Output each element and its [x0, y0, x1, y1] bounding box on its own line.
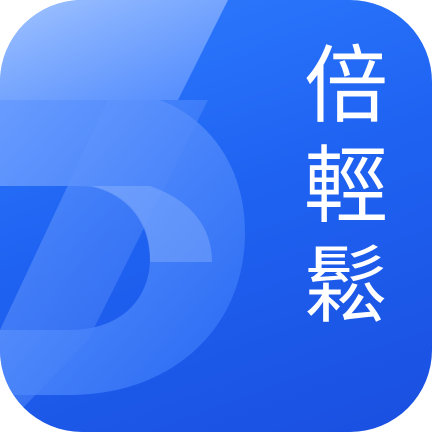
app-icon-tile[interactable]: 倍 輕 鬆 [0, 0, 432, 432]
brand-name-vertical: 倍 輕 鬆 [298, 36, 394, 336]
brand-char-3: 鬆 [303, 237, 388, 335]
mark-top-bar [0, 0, 228, 100]
brand-char-1: 倍 [303, 37, 388, 135]
brand-char-2: 輕 [303, 137, 388, 235]
